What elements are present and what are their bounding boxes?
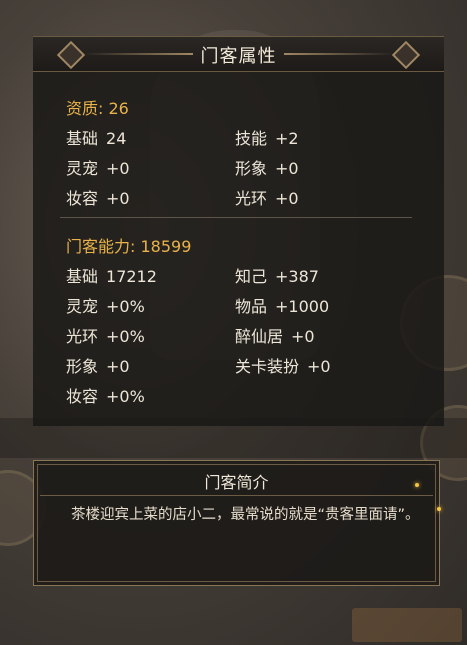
stat-value: +1000: [275, 297, 330, 316]
intro-divider: [40, 495, 433, 496]
ability-row: 形象 +0: [66, 353, 130, 377]
stat-value: +0: [275, 159, 299, 178]
ability-row: 基础 17212: [66, 263, 157, 287]
aptitude-row: 灵宠 +0: [66, 155, 130, 179]
stat-label: 基础: [66, 129, 99, 148]
stat-value: +2: [275, 129, 299, 148]
aptitude-row: 形象 +0: [235, 155, 299, 179]
stat-label: 形象: [235, 159, 268, 178]
stat-label: 灵宠: [66, 159, 99, 178]
ability-row: 光环 +0%: [66, 323, 145, 347]
title-bar: 门客属性: [33, 36, 444, 72]
ability-header: 门客能力: 18599: [66, 237, 192, 256]
stat-label: 醉仙居: [235, 327, 284, 346]
stat-label: 妆容: [66, 189, 99, 208]
stat-value: +0%: [106, 297, 145, 316]
ability-row: 知己 +387: [235, 263, 319, 287]
stat-value: 17212: [106, 267, 157, 286]
stat-value: +387: [275, 267, 319, 286]
ability-row: 灵宠 +0%: [66, 293, 145, 317]
stat-value: +0%: [106, 327, 145, 346]
stat-value: +0: [106, 159, 130, 178]
stat-value: +0: [275, 189, 299, 208]
panel-title: 门客属性: [200, 46, 277, 67]
stat-label: 形象: [66, 357, 99, 376]
stat-value: +0: [106, 189, 130, 208]
ability-row: 关卡装扮 +0: [235, 353, 331, 377]
ability-row: 物品 +1000: [235, 293, 329, 317]
stat-label: 妆容: [66, 387, 99, 406]
intro-box: 门客简介 茶楼迎宾上菜的店小二，最常说的就是“贵客里面请”。: [33, 460, 440, 586]
stat-label: 知己: [235, 267, 268, 286]
aptitude-row: 基础 24: [66, 125, 126, 149]
stat-value: +0: [291, 327, 315, 346]
section-divider: [60, 217, 412, 218]
bg-action-button: [352, 608, 462, 642]
ability-row: 妆容 +0%: [66, 383, 145, 407]
stat-label: 基础: [66, 267, 99, 286]
sparkle-icon: [437, 507, 441, 511]
aptitude-row: 光环 +0: [235, 185, 299, 209]
stat-value: +0%: [106, 387, 145, 406]
aptitude-row: 妆容 +0: [66, 185, 130, 209]
intro-title: 门客简介: [204, 473, 269, 492]
stat-value: +0: [106, 357, 130, 376]
stat-value: +0: [307, 357, 331, 376]
aptitude-header: 资质: 26: [66, 99, 129, 118]
stat-label: 灵宠: [66, 297, 99, 316]
intro-text: 茶楼迎宾上菜的店小二，最常说的就是“贵客里面请”。: [71, 507, 420, 523]
stat-label: 光环: [66, 327, 99, 346]
stat-label: 技能: [235, 129, 268, 148]
stat-label: 物品: [235, 297, 268, 316]
stat-label: 关卡装扮: [235, 357, 300, 376]
stat-label: 光环: [235, 189, 268, 208]
sparkle-icon: [415, 483, 419, 487]
aptitude-row: 技能 +2: [235, 125, 299, 149]
ability-row: 醉仙居 +0: [235, 323, 315, 347]
stat-value: 24: [106, 129, 127, 148]
